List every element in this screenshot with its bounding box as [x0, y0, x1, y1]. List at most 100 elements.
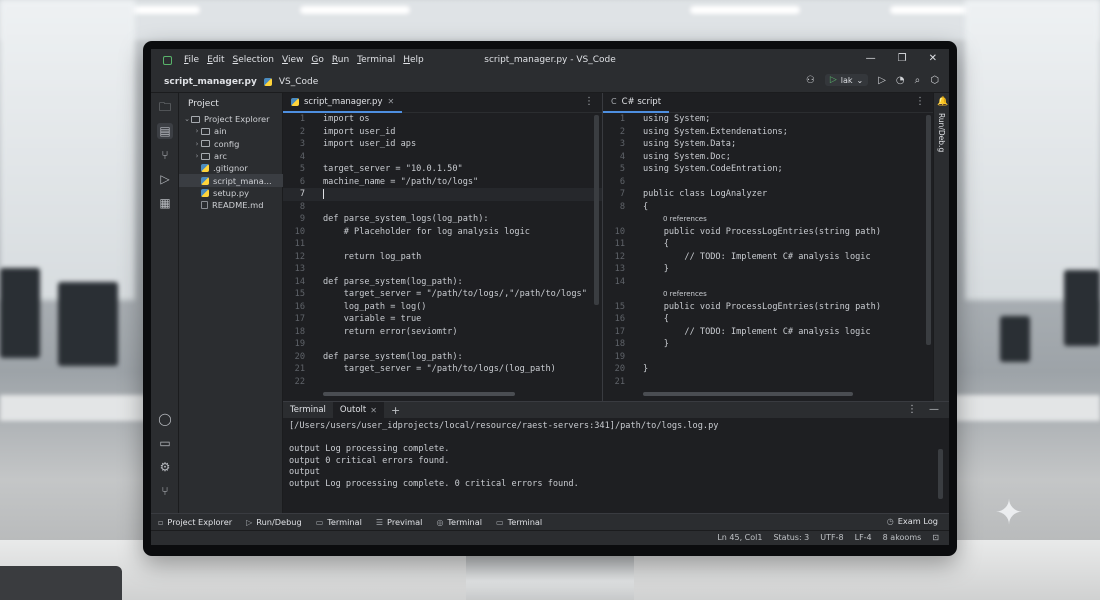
tool-run-debug[interactable]: ▷ Run/Debug: [239, 517, 309, 527]
code-lens-references[interactable]: 0 references: [663, 213, 707, 226]
code-line[interactable]: 5 using System.CodeEntration;: [603, 163, 933, 176]
tree-item[interactable]: › arc: [179, 150, 283, 162]
code-line[interactable]: 22: [283, 376, 602, 389]
tab-terminal[interactable]: Terminal: [283, 402, 333, 419]
code-line[interactable]: 19: [283, 338, 602, 351]
code-line[interactable]: 15 target_server = "/path/to/logs/,"/pat…: [283, 288, 602, 301]
menu-terminal[interactable]: Terminal: [357, 55, 395, 65]
menu-go[interactable]: Go: [311, 55, 324, 65]
status-indent[interactable]: 8 akooms: [883, 533, 922, 542]
code-line[interactable]: 2 using System.Extendenations;: [603, 126, 933, 139]
status-encoding[interactable]: UTF-8: [820, 533, 843, 542]
code-line[interactable]: 19: [603, 351, 933, 364]
tree-item[interactable]: README.md: [179, 199, 283, 211]
tree-item[interactable]: ⌄ Project Explorer: [179, 113, 283, 125]
code-line[interactable]: 1 import os: [283, 113, 602, 126]
account-icon[interactable]: ⚇: [806, 75, 815, 86]
tool-terminal-3[interactable]: ▭ Terminal: [489, 517, 549, 527]
code-line[interactable]: 11: [283, 238, 602, 251]
code-line[interactable]: 15 public void ProcessLogEntries(string …: [603, 301, 933, 314]
horizontal-scrollbar[interactable]: [323, 392, 515, 396]
code-line[interactable]: 16 log_path = log(): [283, 301, 602, 314]
menu-view[interactable]: View: [282, 55, 303, 65]
folder-icon[interactable]: 🗀: [157, 99, 173, 115]
code-line[interactable]: 0 references: [603, 288, 933, 301]
status-count[interactable]: Status: 3: [773, 533, 809, 542]
terminal-icon[interactable]: ▭: [157, 435, 173, 451]
code-line[interactable]: 17 // TODO: Implement C# analysis logic: [603, 326, 933, 339]
vertical-scrollbar[interactable]: [594, 115, 599, 305]
git-icon[interactable]: ⑂: [157, 483, 173, 499]
minimize-panel-icon[interactable]: —: [929, 404, 939, 415]
code-line[interactable]: 21: [603, 376, 933, 389]
run-debug-icon[interactable]: ▷: [157, 171, 173, 187]
tree-item[interactable]: .gitignor: [179, 162, 283, 174]
search-icon[interactable]: ⌕: [915, 75, 921, 86]
code-line[interactable]: 3 import user_id aps: [283, 138, 602, 151]
code-line[interactable]: 11 {: [603, 238, 933, 251]
more-options-icon[interactable]: ⋮: [584, 96, 594, 107]
code-line[interactable]: 4: [283, 151, 602, 164]
code-line[interactable]: 6: [603, 176, 933, 189]
code-line[interactable]: 10 # Placeholder for log analysis logic: [283, 226, 602, 239]
minimize-icon[interactable]: —: [866, 53, 876, 64]
menu-file[interactable]: File: [184, 55, 199, 65]
tool-previmal[interactable]: ☰ Previmal: [369, 517, 430, 527]
code-line[interactable]: 13: [283, 263, 602, 276]
terminal-scrollbar[interactable]: [938, 449, 943, 499]
code-lens-references[interactable]: 0 references: [663, 288, 707, 301]
tree-item[interactable]: › ain: [179, 125, 283, 137]
tab-csharp-script[interactable]: C C# script: [603, 93, 670, 113]
add-terminal-icon[interactable]: +: [384, 402, 407, 419]
code-line[interactable]: 5 target_server = "10.0.1.50": [283, 163, 602, 176]
code-line[interactable]: 10 public void ProcessLogEntries(string …: [603, 226, 933, 239]
code-line[interactable]: 20 def parse_system(log_path):: [283, 351, 602, 364]
breadcrumb-project[interactable]: VS_Code: [279, 77, 318, 87]
menu-run[interactable]: Run: [332, 55, 349, 65]
code-line[interactable]: 3 using System.Data;: [603, 138, 933, 151]
settings-icon[interactable]: ⬡: [930, 75, 939, 86]
play-icon[interactable]: ▷: [878, 75, 886, 86]
extensions-icon[interactable]: ▦: [157, 195, 173, 211]
breadcrumb-file[interactable]: script_manager.py: [164, 77, 257, 87]
code-line[interactable]: 17 variable = true: [283, 313, 602, 326]
lock-icon[interactable]: ⊡: [932, 533, 939, 542]
code-editor-left[interactable]: 1 import os 2 import user_id 3 import user_id…: [283, 113, 602, 401]
tab-output[interactable]: Outolt ✕: [332, 401, 384, 419]
close-icon[interactable]: ✕: [929, 53, 937, 64]
code-line[interactable]: 4 using System.Doc;: [603, 151, 933, 164]
code-editor-right[interactable]: 1 using System; 2 using System.Extendenatio…: [603, 113, 933, 401]
tool-exam-log[interactable]: ◷ Exam Log: [880, 516, 945, 526]
close-icon[interactable]: ✕: [370, 406, 377, 415]
explorer-icon[interactable]: ▤: [157, 123, 173, 139]
terminal-output[interactable]: [/Users/users/user_idprojects/local/reso…: [283, 418, 933, 513]
menu-help[interactable]: Help: [403, 55, 424, 65]
code-line[interactable]: 14: [603, 276, 933, 289]
notification-bell-icon[interactable]: 🔔: [937, 97, 948, 107]
tree-item[interactable]: › config: [179, 138, 283, 150]
code-line[interactable]: 20}: [603, 363, 933, 376]
code-line[interactable]: 7 public class LogAnalyzer: [603, 188, 933, 201]
tree-item[interactable]: script_mana...: [179, 174, 283, 187]
code-line[interactable]: 8{: [603, 201, 933, 214]
menu-edit[interactable]: Edit: [207, 55, 224, 65]
code-line[interactable]: 18 }: [603, 338, 933, 351]
code-line[interactable]: 0 references: [603, 213, 933, 226]
menu-selection[interactable]: Selection: [233, 55, 274, 65]
code-line[interactable]: 1 using System;: [603, 113, 933, 126]
code-line[interactable]: 2 import user_id: [283, 126, 602, 139]
tree-item[interactable]: setup.py: [179, 187, 283, 199]
code-line[interactable]: 12 return log_path: [283, 251, 602, 264]
vertical-scrollbar[interactable]: [926, 115, 931, 345]
code-line[interactable]: 7: [283, 188, 602, 201]
tool-terminal[interactable]: ▭ Terminal: [309, 517, 369, 527]
restore-icon[interactable]: ❐: [898, 53, 907, 64]
code-line[interactable]: 13 }: [603, 263, 933, 276]
settings-icon[interactable]: ⚙: [157, 459, 173, 475]
code-line[interactable]: 21 target_server = "/path/to/logs/(log_p…: [283, 363, 602, 376]
account-icon[interactable]: ◯: [157, 411, 173, 427]
source-control-icon[interactable]: ⑂: [157, 147, 173, 163]
code-line[interactable]: 6 machine_name = "/path/to/logs": [283, 176, 602, 189]
code-line[interactable]: 8: [283, 201, 602, 214]
debug-icon[interactable]: ◔: [896, 75, 905, 86]
